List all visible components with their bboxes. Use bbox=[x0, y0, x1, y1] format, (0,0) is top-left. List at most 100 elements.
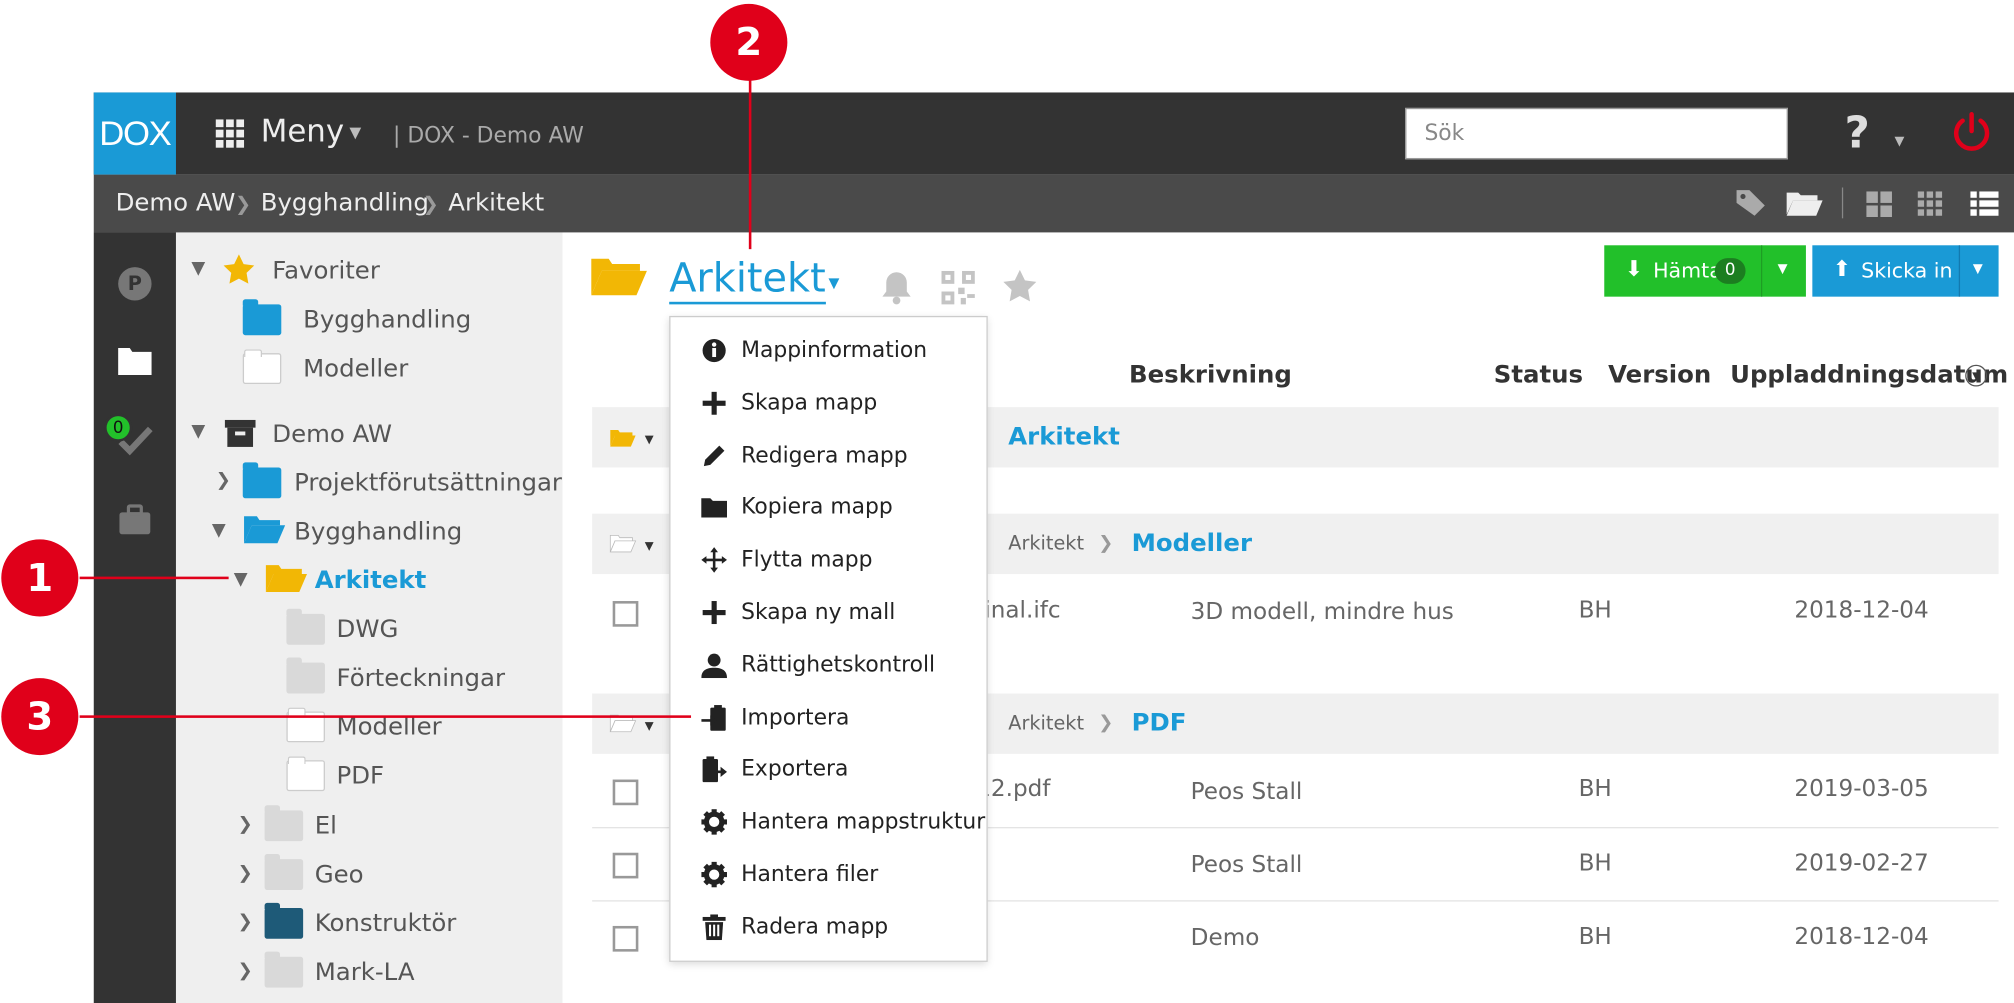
grid-small-icon[interactable] bbox=[1917, 191, 1944, 217]
file-description: Peos Stall bbox=[1190, 851, 1303, 879]
tree-item[interactable]: Bygghandling bbox=[294, 518, 462, 546]
parking-icon[interactable]: P bbox=[118, 267, 152, 301]
chevron-down-icon[interactable]: ▼ bbox=[234, 569, 248, 590]
callout-3: 3 bbox=[1, 678, 79, 756]
row-checkbox[interactable] bbox=[612, 779, 639, 806]
menu-item-manage-structure[interactable]: Hantera mappstruktur bbox=[670, 798, 989, 849]
menu-item-copy-folder[interactable]: Kopiera mapp bbox=[670, 483, 989, 534]
plus-icon bbox=[700, 389, 728, 417]
folder-icon bbox=[286, 657, 325, 694]
chevron-right-icon[interactable]: ❯ bbox=[238, 814, 253, 835]
chevron-right-icon[interactable]: ❯ bbox=[238, 961, 253, 982]
file-date: 2018-12-04 bbox=[1794, 923, 1929, 951]
menu-button[interactable]: Meny bbox=[261, 113, 344, 149]
open-folder-icon bbox=[591, 258, 647, 296]
tree-item[interactable]: Projektförutsättningar bbox=[294, 469, 562, 497]
search-input[interactable]: Sök bbox=[1405, 107, 1788, 160]
file-description: Demo bbox=[1190, 924, 1260, 952]
chevron-down-icon[interactable]: ▼ bbox=[191, 421, 205, 442]
trash-icon bbox=[700, 913, 728, 941]
chevron-down-icon[interactable]: ▼ bbox=[191, 258, 205, 279]
group-path[interactable]: Arkitekt bbox=[1008, 532, 1084, 555]
row-checkbox[interactable] bbox=[612, 925, 639, 952]
tree-item[interactable]: Förteckningar bbox=[337, 664, 505, 692]
group-title[interactable]: Modeller bbox=[1132, 529, 1252, 557]
folder-title-caret-icon[interactable]: ▼ bbox=[828, 275, 839, 292]
open-folder-icon[interactable] bbox=[609, 533, 637, 554]
tree-item[interactable]: Konstruktör bbox=[315, 909, 457, 937]
bell-icon[interactable] bbox=[880, 270, 913, 306]
chevron-right-icon[interactable]: ❯ bbox=[238, 863, 253, 884]
group-path[interactable]: Arkitekt bbox=[1008, 711, 1084, 734]
chevron-down-icon[interactable]: ▼ bbox=[1778, 262, 1788, 276]
tree-item[interactable]: Bygghandling bbox=[303, 306, 471, 334]
plus-icon bbox=[700, 598, 728, 626]
menu-item-edit-folder[interactable]: Redigera mapp bbox=[670, 432, 989, 483]
briefcase-icon[interactable] bbox=[118, 502, 151, 535]
menu-item-create-folder[interactable]: Skapa mapp bbox=[670, 379, 989, 430]
menu-item-move-folder[interactable]: Flytta mapp bbox=[670, 536, 989, 587]
folder-icon bbox=[264, 805, 304, 842]
download-button[interactable]: ⬇ Hämta 0 ▼ bbox=[1604, 245, 1806, 297]
chevron-right-icon[interactable]: ❯ bbox=[216, 470, 231, 491]
menu-grid-icon[interactable] bbox=[215, 119, 245, 148]
gear-icon bbox=[700, 860, 728, 888]
breadcrumb-item[interactable]: Bygghandling bbox=[261, 189, 429, 217]
tree-root[interactable]: Demo AW bbox=[272, 420, 392, 448]
file-status: BH bbox=[1578, 775, 1612, 803]
breadcrumb-item[interactable]: Demo AW bbox=[116, 189, 236, 217]
menu-item-import[interactable]: Importera bbox=[670, 693, 989, 744]
column-header-version[interactable]: Version bbox=[1608, 361, 1711, 389]
help-caret-icon[interactable]: ▼ bbox=[1895, 135, 1905, 149]
tree-favorites-label[interactable]: Favoriter bbox=[272, 257, 380, 285]
sort-caret-icon[interactable]: ▼ bbox=[1965, 364, 1988, 387]
menu-item-manage-files[interactable]: Hantera filer bbox=[670, 850, 989, 901]
row-checkbox[interactable] bbox=[612, 601, 639, 627]
help-icon[interactable]: ? bbox=[1844, 108, 1869, 159]
breadcrumb-item[interactable]: Arkitekt bbox=[448, 189, 544, 217]
dox-logo[interactable]: DOX bbox=[93, 92, 176, 175]
upload-button[interactable]: ⬆ Skicka in ▼ bbox=[1812, 245, 1999, 297]
chevron-down-icon[interactable]: ▼ bbox=[1973, 262, 1983, 276]
chevron-down-icon[interactable]: ▼ bbox=[645, 434, 654, 447]
qr-code-icon[interactable] bbox=[941, 270, 975, 306]
tags-icon[interactable] bbox=[1734, 188, 1770, 219]
menu-item-permissions[interactable]: Rättighetskontroll bbox=[670, 641, 989, 692]
folder-icon bbox=[242, 299, 282, 336]
tree-item-selected[interactable]: Arkitekt bbox=[315, 566, 427, 594]
star-icon[interactable] bbox=[1002, 268, 1038, 304]
tree-item[interactable]: Geo bbox=[315, 860, 364, 888]
file-status: BH bbox=[1578, 923, 1612, 951]
menu-item-delete-folder[interactable]: Radera mapp bbox=[670, 903, 989, 954]
menu-item-export[interactable]: Exportera bbox=[670, 745, 989, 796]
menu-item-folder-info[interactable]: Mappinformation bbox=[670, 326, 989, 377]
file-status: BH bbox=[1578, 597, 1612, 625]
tree-item[interactable]: DWG bbox=[337, 615, 399, 643]
folder-title-button[interactable]: Arkitekt bbox=[669, 256, 826, 305]
list-view-icon[interactable] bbox=[1970, 191, 1999, 217]
tree-item[interactable]: El bbox=[315, 812, 337, 840]
file-date: 2018-12-04 bbox=[1794, 597, 1929, 625]
chevron-down-icon[interactable]: ▼ bbox=[212, 520, 226, 541]
column-header-status[interactable]: Status bbox=[1494, 361, 1583, 389]
menu-caret-icon[interactable]: ▼ bbox=[349, 123, 361, 141]
tree-item[interactable]: Modeller bbox=[303, 354, 408, 382]
tree-item[interactable]: PDF bbox=[337, 762, 385, 790]
group-title[interactable]: PDF bbox=[1132, 709, 1187, 737]
power-icon[interactable] bbox=[1950, 110, 1994, 154]
chevron-down-icon[interactable]: ▼ bbox=[645, 541, 654, 554]
folder-icon[interactable] bbox=[117, 343, 153, 376]
open-folder-icon[interactable] bbox=[609, 428, 637, 449]
column-header-description[interactable]: Beskrivning bbox=[1129, 361, 1292, 389]
file-date: 2019-03-05 bbox=[1794, 775, 1929, 803]
chevron-down-icon[interactable]: ▼ bbox=[645, 720, 654, 733]
grid-large-icon[interactable] bbox=[1866, 191, 1892, 218]
folder-context-menu: Mappinformation Skapa mapp Redigera mapp… bbox=[669, 315, 989, 962]
open-folder-icon[interactable] bbox=[1785, 189, 1824, 217]
row-checkbox[interactable] bbox=[612, 852, 639, 879]
file-status: BH bbox=[1578, 850, 1612, 878]
tree-item[interactable]: Mark-LA bbox=[315, 958, 415, 986]
menu-item-create-template[interactable]: Skapa ny mall bbox=[670, 588, 989, 639]
group-title[interactable]: Arkitekt bbox=[1008, 423, 1120, 451]
chevron-right-icon[interactable]: ❯ bbox=[238, 912, 253, 933]
